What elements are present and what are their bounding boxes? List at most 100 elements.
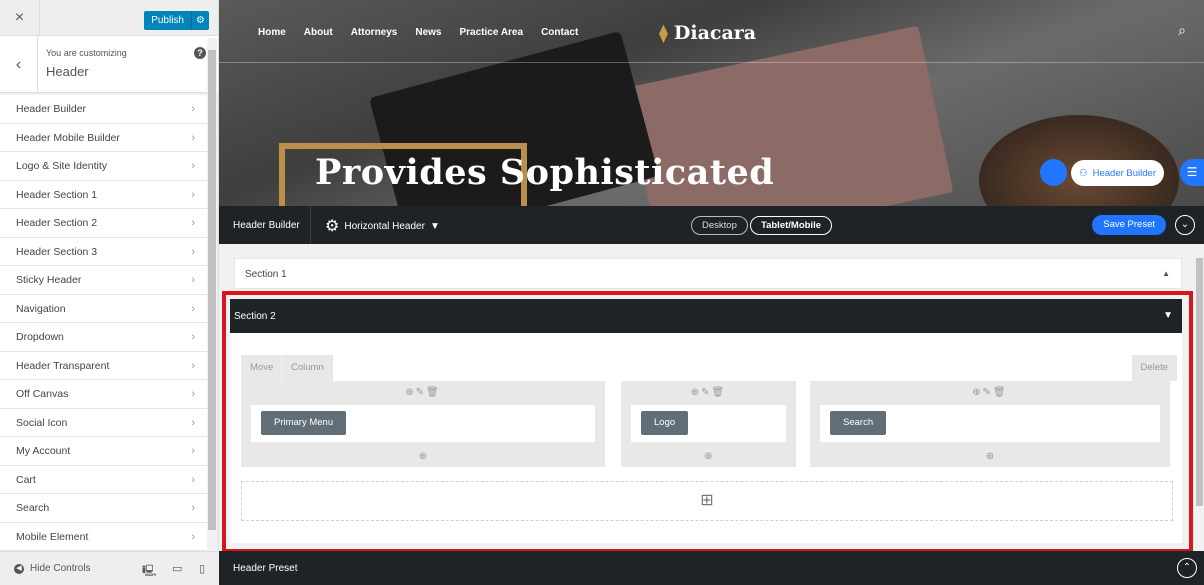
canvas-scrollbar[interactable]: [1195, 244, 1204, 551]
chevron-right-icon: ›: [191, 245, 195, 258]
chevron-right-icon: ›: [191, 188, 195, 201]
nav-contact[interactable]: Contact: [541, 27, 578, 38]
section-1-title: Section 1: [245, 269, 287, 280]
search-icon[interactable]: ⌕: [1178, 22, 1186, 39]
chevron-down-icon[interactable]: ⌄: [1175, 215, 1195, 235]
add-element-icon[interactable]: ⊕: [810, 451, 1170, 462]
column-tools[interactable]: ⊕✎🗑: [621, 387, 796, 398]
gear-icon: ⚙: [325, 218, 340, 235]
column-tools[interactable]: ⊕✎🗑: [241, 387, 605, 398]
sidebar-item-logo-site-identity[interactable]: Logo & Site Identity ›: [0, 152, 207, 181]
sidebar-item-label: Logo & Site Identity: [16, 160, 108, 172]
chevron-right-icon: ›: [191, 530, 195, 543]
header-type-dropdown[interactable]: ⚙ Horizontal Header ▼: [325, 216, 440, 236]
builder-canvas: Section 1 ▲ Section 2 ▼ Move Column Dele…: [219, 244, 1204, 553]
gear-icon[interactable]: ⚙: [191, 11, 209, 30]
tablet-icon[interactable]: ▭: [172, 562, 182, 575]
chevron-right-icon: ›: [191, 131, 195, 144]
sidebar-item-header-section-2[interactable]: Header Section 2 ›: [0, 209, 207, 238]
column-tools[interactable]: ⊕✎🗑: [810, 387, 1170, 398]
publish-group: Publish ⚙: [144, 11, 209, 30]
chevron-right-icon: ›: [191, 388, 195, 400]
sidebar-menu: Header Builder › Header Mobile Builder › L…: [0, 95, 207, 551]
chevron-up-icon[interactable]: ⌃: [1177, 558, 1197, 578]
logo-icon: ⧫: [659, 22, 668, 44]
column-tab[interactable]: Column: [281, 355, 333, 381]
element-search[interactable]: Search: [830, 411, 887, 435]
add-element-icon[interactable]: ⊕: [621, 451, 796, 462]
column-dropzone: Search: [820, 405, 1160, 442]
tablet-mobile-button[interactable]: Tablet/Mobile: [750, 216, 832, 235]
sidebar-item-header-builder[interactable]: Header Builder ›: [0, 95, 207, 124]
site-logo[interactable]: ⧫ Diacara: [659, 22, 756, 44]
customizer-sidebar: × Publish ⚙ ‹ You are customizing Header…: [0, 0, 219, 585]
publish-button[interactable]: Publish: [144, 11, 191, 30]
delete-tab[interactable]: Delete: [1131, 355, 1177, 381]
element-primary-menu[interactable]: Primary Menu: [261, 411, 347, 435]
element-logo[interactable]: Logo: [641, 411, 689, 435]
sidebar-item-navigation[interactable]: Navigation ›: [0, 294, 207, 323]
chevron-right-icon: ›: [191, 502, 195, 514]
desktop-icon[interactable]: 🖳: [142, 562, 157, 581]
move-tab[interactable]: Move: [241, 355, 283, 381]
sidebar-item-label: Header Section 1: [16, 188, 98, 201]
scrollbar-thumb[interactable]: [1196, 258, 1203, 506]
sidebar-item-dropdown[interactable]: Dropdown ›: [0, 323, 207, 352]
section-2-header[interactable]: Section 2 ▼: [230, 299, 1182, 333]
sitemap-icon: ⚇: [1079, 167, 1088, 179]
sidebar-item-label: Header Section 3: [16, 245, 98, 258]
sidebar-item-cart[interactable]: Cart ›: [0, 465, 207, 494]
sidebar-item-sticky-header[interactable]: Sticky Header ›: [0, 266, 207, 295]
sidebar-item-my-account[interactable]: My Account ›: [0, 437, 207, 466]
close-icon[interactable]: ×: [0, 0, 40, 36]
column-3: ⊕✎🗑 Search ⊕: [810, 381, 1170, 467]
section-2-title: Section 2: [234, 311, 276, 322]
nav-practice-area[interactable]: Practice Area: [460, 27, 524, 38]
sidebar-item-search[interactable]: Search ›: [0, 494, 207, 523]
caret-down-icon[interactable]: ▼: [1163, 310, 1173, 321]
chevron-right-icon: ›: [191, 160, 195, 172]
header-preset-bar[interactable]: Header Preset ⌃: [219, 551, 1204, 585]
sidebar-scrollbar[interactable]: [207, 38, 217, 551]
sidebar-item-label: Social Icon: [16, 416, 68, 429]
caret-down-icon: ▼: [429, 220, 440, 232]
sidebar-item-off-canvas[interactable]: Off Canvas ›: [0, 380, 207, 409]
floating-circle[interactable]: [1040, 159, 1067, 186]
nav-about[interactable]: About: [304, 27, 333, 38]
sidebar-item-label: Mobile Element: [16, 530, 89, 543]
floating-header-builder-label: Header Builder: [1092, 167, 1156, 179]
chevron-right-icon: ›: [191, 217, 195, 229]
scrollbar-thumb[interactable]: [208, 50, 216, 530]
mobile-icon[interactable]: ▯: [199, 562, 205, 575]
sidebar-item-header-section-1[interactable]: Header Section 1 ›: [0, 180, 207, 209]
hide-controls-button[interactable]: ◀ Hide Controls: [14, 563, 91, 574]
floating-header-builder-button[interactable]: ⚇ Header Builder: [1071, 160, 1164, 186]
sidebar-item-label: Dropdown: [16, 331, 64, 343]
section-1-header[interactable]: Section 1 ▲: [234, 258, 1182, 289]
sidebar-item-label: Header Transparent: [16, 359, 110, 372]
help-icon[interactable]: ?: [194, 47, 206, 59]
caret-up-icon[interactable]: ▲: [1162, 269, 1170, 278]
back-icon[interactable]: ‹: [0, 36, 38, 93]
sidebar-item-header-mobile-builder[interactable]: Header Mobile Builder ›: [0, 123, 207, 152]
list-icon[interactable]: ☰: [1180, 159, 1204, 186]
save-preset-button[interactable]: Save Preset: [1092, 215, 1166, 235]
hero-title: Provides Sophisticated: [315, 152, 775, 193]
desktop-button[interactable]: Desktop: [691, 216, 748, 235]
sidebar-item-label: Header Builder: [16, 103, 87, 115]
sidebar-item-label: Cart: [16, 473, 36, 486]
nav-home[interactable]: Home: [258, 27, 286, 38]
sidebar-item-header-transparent[interactable]: Header Transparent ›: [0, 351, 207, 380]
builder-toolbar: Header Builder ⚙ Horizontal Header ▼ Des…: [219, 206, 1204, 244]
nav-attorneys[interactable]: Attorneys: [351, 27, 398, 38]
sidebar-item-social-icon[interactable]: Social Icon ›: [0, 408, 207, 437]
preview-nav: Home About Attorneys News Practice Area …: [258, 27, 578, 38]
sidebar-item-mobile-element[interactable]: Mobile Element ›: [0, 522, 207, 551]
add-row-icon[interactable]: ⊞: [241, 481, 1173, 521]
logo-text: Diacara: [673, 22, 757, 44]
column-dropzone: Logo: [631, 405, 786, 442]
nav-news[interactable]: News: [415, 27, 441, 38]
add-element-icon[interactable]: ⊕: [241, 451, 605, 462]
header-preset-label: Header Preset: [233, 563, 298, 574]
sidebar-item-header-section-3[interactable]: Header Section 3 ›: [0, 237, 207, 266]
